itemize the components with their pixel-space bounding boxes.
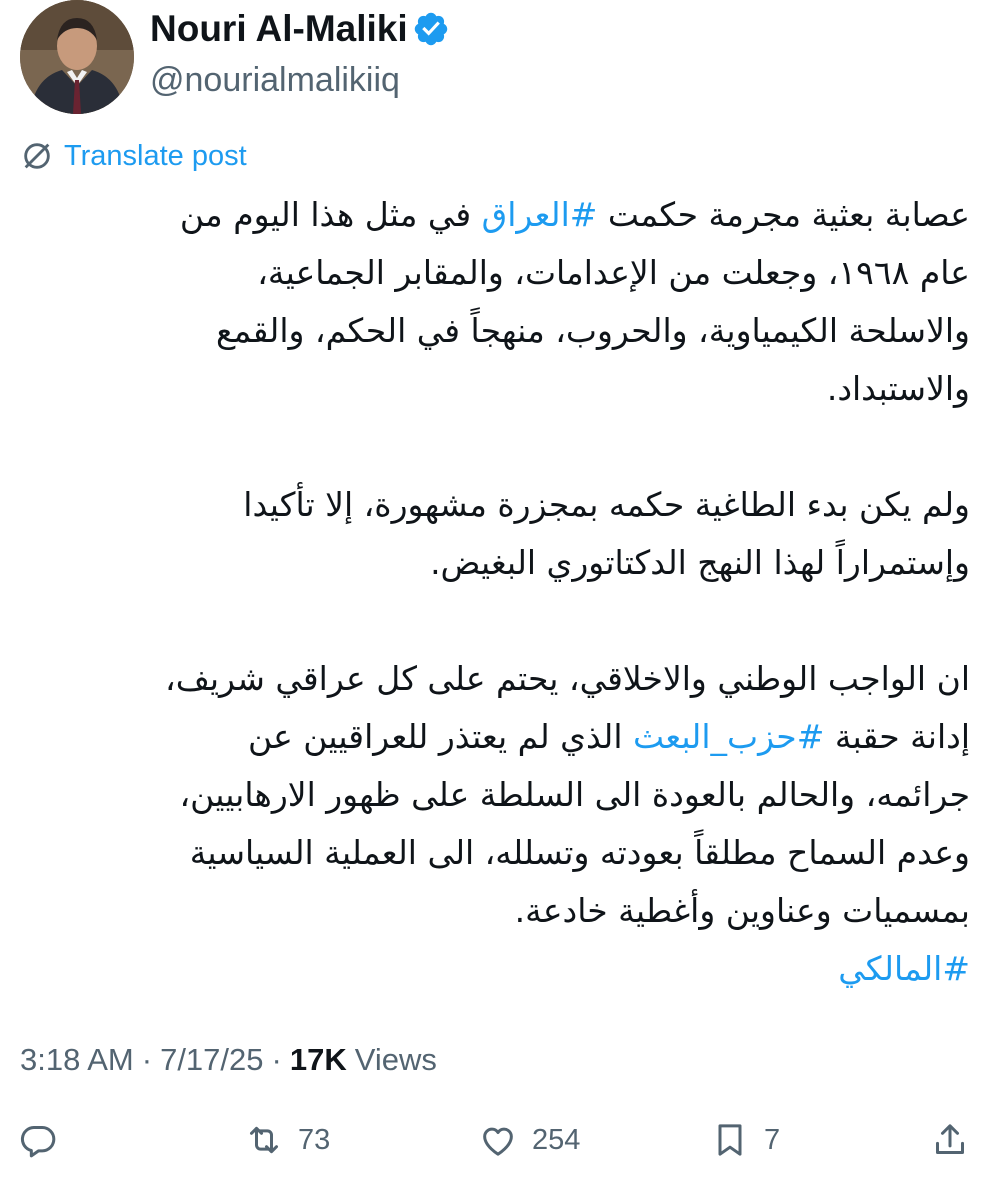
post-date[interactable]: 7/17/25 (160, 1042, 263, 1078)
post-text-line: جرائمه، والحالم بالعودة الى السلطة على ظ… (179, 775, 970, 814)
bookmark-button[interactable]: 7 (710, 1118, 780, 1162)
repost-count: 73 (298, 1123, 331, 1156)
like-count: 254 (532, 1123, 581, 1156)
post-text-line: إدانة حقبة #حزب_البعث الذي لم يعتذر للعر… (20, 708, 970, 766)
share-icon (936, 1124, 964, 1154)
post-text-line: عام ١٩٦٨، وجعلت من الإعدامات، والمقابر ا… (257, 253, 970, 292)
post-text-line: ولم يكن بدء الطاغية حكمه بمجزرة مشهورة، … (243, 485, 970, 524)
share-button[interactable] (930, 1118, 970, 1162)
post-text-line: والاستبداد. (826, 369, 970, 408)
views-count: 17K (289, 1042, 347, 1077)
post-text-segment: الذي لم يعتذر للعراقيين عن (247, 717, 634, 756)
verified-badge-icon (414, 12, 448, 46)
hashtag-link[interactable]: #حزب_البعث (633, 717, 824, 756)
display-name[interactable]: Nouri Al-Maliki (150, 4, 408, 54)
post-text-segment: إدانة حقبة (824, 717, 970, 756)
hashtag-link[interactable]: #العراق (482, 195, 598, 234)
bookmark-count: 7 (764, 1123, 781, 1156)
views-label: Views (354, 1042, 437, 1077)
action-bar: 73 254 7 (0, 1106, 990, 1176)
post-text-line: بمسميات وعناوين وأغطية خادعة. (514, 891, 970, 930)
bookmark-icon (718, 1124, 742, 1156)
globe-slash-icon (24, 143, 50, 169)
post-text-line: والاسلحة الكيمياوية، والحروب، منهجاً في … (215, 311, 970, 350)
avatar-photo (20, 0, 134, 114)
repost-button[interactable]: 73 (244, 1118, 330, 1162)
hashtag-link[interactable]: #المالكي (838, 949, 970, 988)
reply-button[interactable] (18, 1118, 58, 1162)
post-text-segment: عصابة بعثية مجرمة حكمت (597, 195, 970, 234)
heart-icon (483, 1127, 513, 1156)
repost-icon (250, 1126, 278, 1154)
post-text-line: ان الواجب الوطني والاخلاقي، يحتم على كل … (165, 659, 970, 698)
post-text-line: عصابة بعثية مجرمة حكمت #العراق في مثل هذ… (20, 186, 970, 244)
meta-separator: · (141, 1042, 153, 1077)
post-detail: Nouri Al-Maliki @nourialmalikiiq Transla… (0, 0, 990, 1200)
post-text-segment: في مثل هذا اليوم من (179, 195, 482, 234)
like-button[interactable]: 254 (478, 1118, 580, 1162)
meta-separator: · (271, 1042, 282, 1077)
post-time[interactable]: 3:18 AM (20, 1042, 134, 1078)
translate-post-label: Translate post (64, 139, 247, 172)
user-handle[interactable]: @nourialmalikiiq (150, 56, 400, 104)
post-text-line: وعدم السماح مطلقاً بعودته وتسلله، الى ال… (189, 833, 970, 872)
reply-icon (20, 1126, 56, 1158)
post-text-line: وإستمراراً لهذا النهج الدكتاتوري البغيض. (430, 543, 970, 582)
translate-post-button[interactable]: Translate post (20, 134, 247, 178)
avatar[interactable] (20, 0, 134, 114)
post-text-line: #المالكي (20, 940, 970, 998)
post-text: عصابة بعثية مجرمة حكمت #العراق في مثل هذ… (20, 186, 970, 998)
post-meta: 3:18 AM · 7/17/25 · 17K Views (20, 1036, 437, 1084)
